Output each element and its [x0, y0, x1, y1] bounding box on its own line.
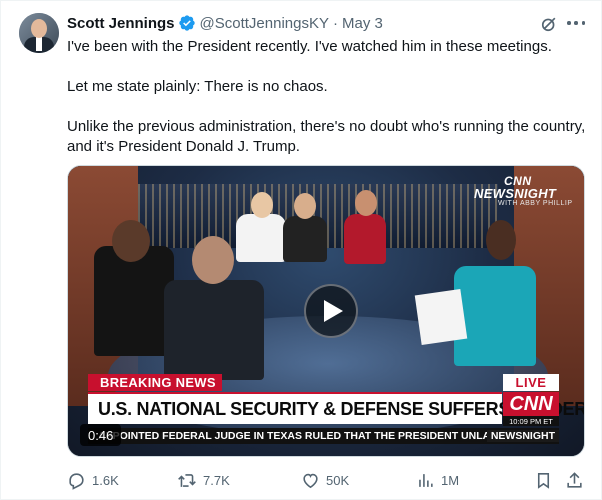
tweet-text: I've been with the President recently. I… [67, 37, 587, 157]
tweet-date[interactable]: May 3 [342, 15, 383, 32]
tweet-paragraph: Unlike the previous administration, ther… [67, 118, 586, 155]
chyron-headline: U.S. NATIONAL SECURITY & DEFENSE SUFFERS… [88, 392, 584, 424]
like-icon [303, 473, 318, 488]
bookmark-icon [537, 472, 550, 489]
tweet-paragraph: Let me state plainly: There is no chaos. [67, 78, 328, 95]
ticker-tag: NEWSNIGHT [486, 430, 559, 442]
share-icon [567, 471, 582, 488]
ticker-text: APPOINTED FEDERAL JUDGE IN TEXAS RULED T… [98, 430, 487, 442]
play-button[interactable] [304, 284, 358, 338]
tweet-header: Scott Jennings @ScottJenningsKY · May 3 [67, 13, 383, 33]
author-name[interactable]: Scott Jennings [67, 15, 175, 32]
news-ticker: APPOINTED FEDERAL JUDGE IN TEXAS RULED T… [88, 428, 559, 444]
bookmark-button[interactable] [534, 467, 553, 493]
video-duration: 0:46 [80, 424, 122, 446]
views-count: 1M [441, 472, 460, 488]
show-logo-name: NEWSNIGHT [474, 186, 557, 201]
chyron-clock: 10:09 PM ET [503, 416, 559, 426]
reply-button[interactable]: 1.6K [67, 467, 119, 493]
live-label: LIVE [503, 374, 559, 391]
tweet-paragraph: I've been with the President recently. I… [67, 38, 552, 55]
action-bar: 1.6K 7.7K 50K 1M [67, 467, 585, 493]
repost-button[interactable]: 7.7K [177, 467, 230, 493]
reply-icon [69, 472, 84, 490]
show-logo: CNN NEWSNIGHT WITH ABBY PHILLIP [474, 174, 582, 212]
verified-badge-icon [178, 15, 195, 31]
avatar[interactable] [19, 13, 59, 53]
separator-dot: · [332, 14, 338, 32]
like-count: 50K [326, 472, 350, 488]
video-player[interactable]: CNN NEWSNIGHT WITH ABBY PHILLIP BREAKING… [67, 165, 585, 457]
repost-icon [178, 473, 196, 487]
chyron-logo: CNN [503, 392, 559, 416]
views-icon [419, 473, 433, 487]
views-button[interactable]: 1M [416, 467, 459, 493]
author-handle[interactable]: @ScottJenningsKY [200, 15, 329, 32]
grok-icon[interactable] [539, 14, 559, 34]
repost-count: 7.7K [203, 472, 230, 488]
breaking-news-label: BREAKING NEWS [88, 374, 222, 391]
reply-count: 1.6K [92, 472, 119, 488]
more-icon[interactable] [564, 13, 588, 33]
share-button[interactable] [565, 467, 584, 493]
tweet-card[interactable]: Scott Jennings @ScottJenningsKY · May 3 … [0, 0, 602, 500]
show-logo-host: WITH ABBY PHILLIP [498, 200, 573, 207]
play-icon [324, 300, 343, 322]
like-button[interactable]: 50K [301, 467, 349, 493]
